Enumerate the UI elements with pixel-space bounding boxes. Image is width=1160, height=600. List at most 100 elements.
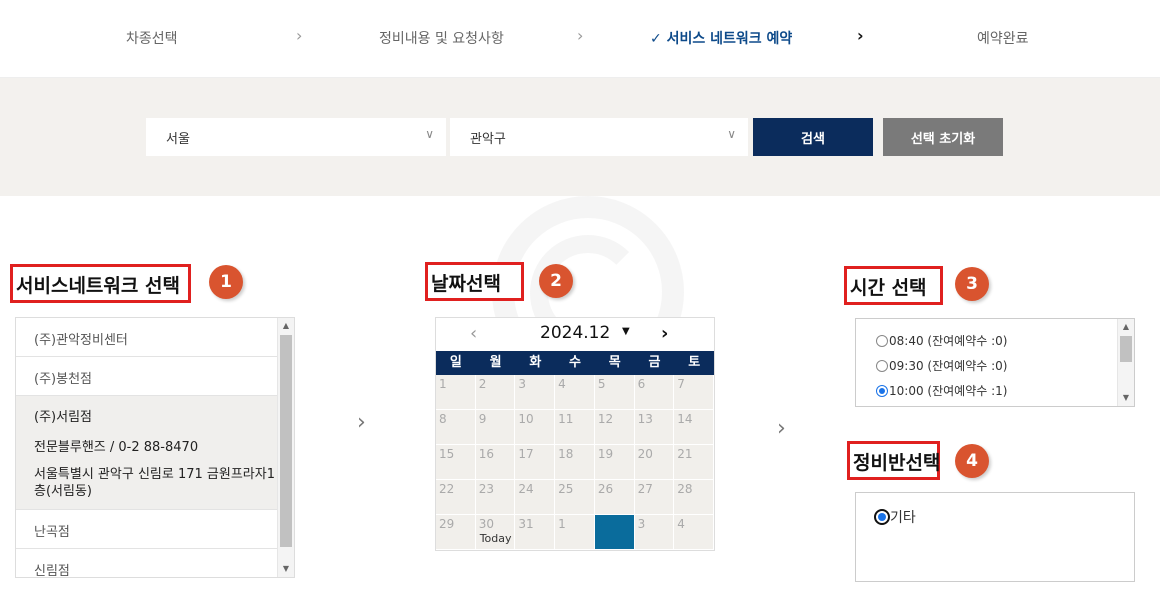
time-slot[interactable]: 08:40 (잔여예약수 :0) [876,332,1007,349]
day-number: 17 [518,447,534,461]
weekday-label: 금 [648,355,661,370]
network-list[interactable]: (주)관악정비센터 (주)봉천점 (주)서림점 전문블루핸즈 / 0-2 88-… [15,317,295,578]
calendar-day[interactable]: 20 [634,445,675,480]
scroll-down-icon[interactable]: ▼ [278,561,294,577]
day-number: 3 [637,517,646,531]
time-slot[interactable]: 09:30 (잔여예약수 :0) [876,357,1007,374]
calendar-day[interactable]: 13 [634,410,675,445]
calendar-day[interactable]: 6 [634,375,675,410]
day-number: 7 [677,377,685,391]
time-slot[interactable]: 10:00 (잔여예약수 :1) [876,382,1007,399]
maintenance-option[interactable]: 기타 [874,507,916,527]
step-label: 서비스 네트워크 예약 [666,31,793,47]
date-section-title: 날짜선택 [425,262,524,301]
day-number: 2 [597,517,606,531]
calendar-day[interactable]: 5 [594,375,635,410]
calendar-day[interactable]: 28 [674,480,714,515]
scrollbar[interactable]: ▲ ▼ [1117,319,1134,406]
weekday-label: 수 [569,355,581,370]
calendar-day-selected[interactable]: 2 [594,515,635,550]
calendar-day[interactable]: 15 [436,445,476,480]
calendar-day[interactable]: 27 [634,480,675,515]
time-slot-label: 10:00 (잔여예약수 :1) [889,384,1008,398]
calendar-day[interactable]: 8 [436,410,476,445]
scroll-thumb[interactable] [1120,336,1132,362]
calendar-day[interactable]: 29 [436,515,476,550]
list-item[interactable]: 난곡점 [16,510,294,549]
list-item[interactable]: (주)봉천점 [16,357,294,396]
day-number: 19 [597,447,614,461]
calendar-day[interactable]: 21 [674,445,714,480]
day-number: 29 [439,517,455,531]
scroll-up-icon[interactable]: ▲ [278,318,294,334]
scroll-down-icon[interactable]: ▼ [1118,390,1134,406]
calendar-day[interactable]: 18 [555,445,595,480]
calendar-day[interactable]: 1 [436,375,476,410]
calendar-day[interactable]: 25 [555,480,595,515]
weekday-label: 화 [529,355,542,370]
day-number: 12 [597,412,614,426]
step-separator-icon: › [857,26,864,45]
calendar-day[interactable]: 31 [515,515,556,550]
reset-selection-button[interactable]: 선택 초기화 [883,118,1003,156]
calendar-day[interactable]: 30 Today [475,515,516,550]
calendar-day[interactable]: 24 [515,480,556,515]
list-item-selected[interactable]: (주)서림점 전문블루핸즈 / 0-2 88-8470 서울특별시 관악구 신림… [16,396,294,510]
weekday-label: 토 [688,355,701,370]
search-button[interactable]: 검색 [753,118,873,156]
calendar-day[interactable]: 3 [515,375,556,410]
calendar-day[interactable]: 9 [475,410,516,445]
radio-button[interactable] [876,360,888,372]
caret-down-icon[interactable]: ▼ [622,326,630,337]
day-number: 23 [478,482,494,496]
scroll-thumb[interactable] [280,335,292,547]
list-item[interactable]: 신림점 [16,549,294,577]
day-number: 3 [518,377,527,391]
calendar-day[interactable]: 12 [594,410,635,445]
calendar-grid: 1 2 3 4 5 6 7 8 9 10 11 12 13 14 15 16 17 18 19 20 21 22 23 24 2… [436,375,714,550]
calendar-day[interactable]: 2 [475,375,516,410]
step-separator-icon: › [296,26,303,45]
calendar-day[interactable]: 16 [475,445,516,480]
time-list[interactable]: 08:40 (잔여예약수 :0) 09:30 (잔여예약수 :0) 10:00 … [855,318,1135,407]
weekday-label: 일 [449,355,462,370]
step-badge-3: 3 [955,267,989,301]
calendar-day[interactable]: 3 [634,515,675,550]
network-name: (주)서림점 [34,410,92,425]
calendar-day[interactable]: 19 [594,445,635,480]
calendar-month[interactable]: 2024.12 [540,323,610,343]
radio-button-checked[interactable] [874,509,890,525]
calendar-day[interactable]: 11 [555,410,595,445]
network-address: 서울특별시 관악구 신림로 171 금원프라자1층(서림동) [34,467,275,499]
day-number: 16 [478,447,494,461]
check-icon: ✓ [650,31,662,47]
radio-button[interactable] [876,335,888,347]
calendar-day[interactable]: 4 [674,515,714,550]
district-select[interactable]: 관악구 ∨ [450,118,748,156]
day-number: 8 [439,412,447,426]
day-number: 28 [677,482,693,496]
step-vehicle: 차종선택 [126,31,178,47]
scrollbar[interactable]: ▲ ▼ [277,318,294,577]
radio-button-checked[interactable] [876,385,888,397]
calendar-day[interactable]: 23 [475,480,516,515]
step-service-network: ✓ 서비스 네트워크 예약 [650,28,792,48]
calendar-day[interactable]: 10 [515,410,556,445]
calendar-day[interactable]: 1 [555,515,595,550]
region-select[interactable]: 서울 ∨ [146,118,446,156]
calendar-day[interactable]: 17 [515,445,556,480]
calendar-day[interactable]: 14 [674,410,714,445]
chevron-right-icon[interactable]: › [661,323,668,344]
chevron-left-icon[interactable]: ‹ [470,323,477,344]
step-badge-4: 4 [955,444,989,478]
day-number: 11 [558,412,574,426]
step-complete: 예약완료 [977,31,1029,47]
progress-steps: 차종선택 › 정비내용 및 요청사항 › ✓ 서비스 네트워크 예약 › 예약완… [0,0,1160,78]
scroll-up-icon[interactable]: ▲ [1118,319,1134,335]
calendar-day[interactable]: 26 [594,480,635,515]
district-value: 관악구 [470,132,506,147]
list-item[interactable]: (주)관악정비센터 [16,318,294,357]
calendar-day[interactable]: 7 [674,375,714,410]
calendar-day[interactable]: 4 [555,375,595,410]
calendar-day[interactable]: 22 [436,480,476,515]
